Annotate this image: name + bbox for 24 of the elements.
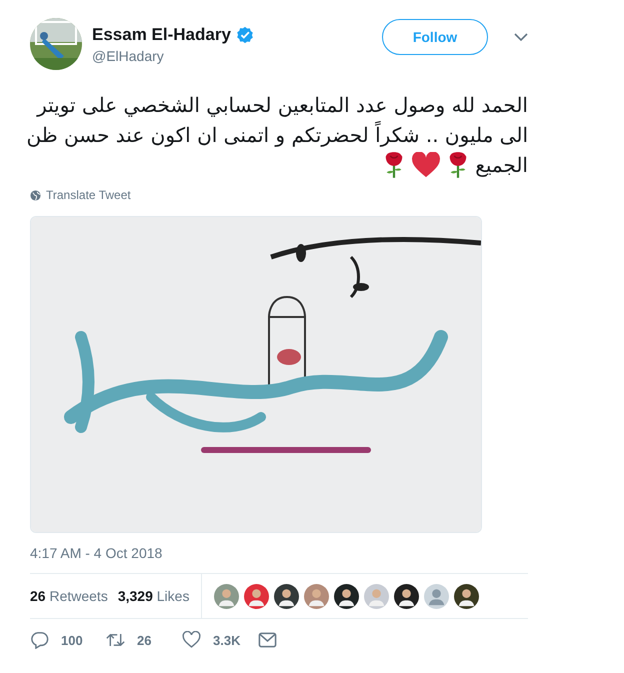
author-name[interactable]: Essam El-Hadary: [92, 24, 231, 44]
stat-link[interactable]: 3,329 Likes: [118, 588, 190, 604]
tweet-text-line: الحمد لله وصول عدد المتابعين لحسابي الشخصي على تويتر: [37, 92, 528, 119]
action-count: 3.3K: [213, 632, 240, 648]
user-avatar-icon[interactable]: [274, 584, 300, 608]
heart-icon: [411, 152, 442, 178]
action-count: 100: [61, 632, 83, 648]
tweet-text-line: الى مليون .. شكراً لحضرتكم و اتمنى ان اكون عند حسن ظن: [26, 120, 528, 149]
retweet-icon[interactable]: [106, 631, 125, 649]
tweet-text-line: الجميع: [475, 152, 528, 179]
envelope-icon[interactable]: [258, 631, 277, 649]
user-avatar-icon[interactable]: [454, 584, 480, 608]
stat-link[interactable]: 26 Retweets: [30, 588, 108, 604]
heart-outline-icon[interactable]: [182, 631, 201, 649]
translate-link[interactable]: Translate Tweet: [46, 188, 131, 202]
globe-icon: [30, 190, 41, 200]
action-count: 26: [137, 632, 152, 648]
author-handle[interactable]: @ElHadary: [92, 48, 382, 64]
default-avatar-icon[interactable]: [424, 584, 450, 608]
chevron-down-icon[interactable]: [514, 33, 528, 41]
timestamp: 4:17 AM - 4 Oct 2018: [30, 545, 164, 561]
user-avatar-icon[interactable]: [394, 584, 420, 608]
reply-icon[interactable]: [30, 631, 49, 649]
user-avatar-icon[interactable]: [334, 584, 360, 608]
